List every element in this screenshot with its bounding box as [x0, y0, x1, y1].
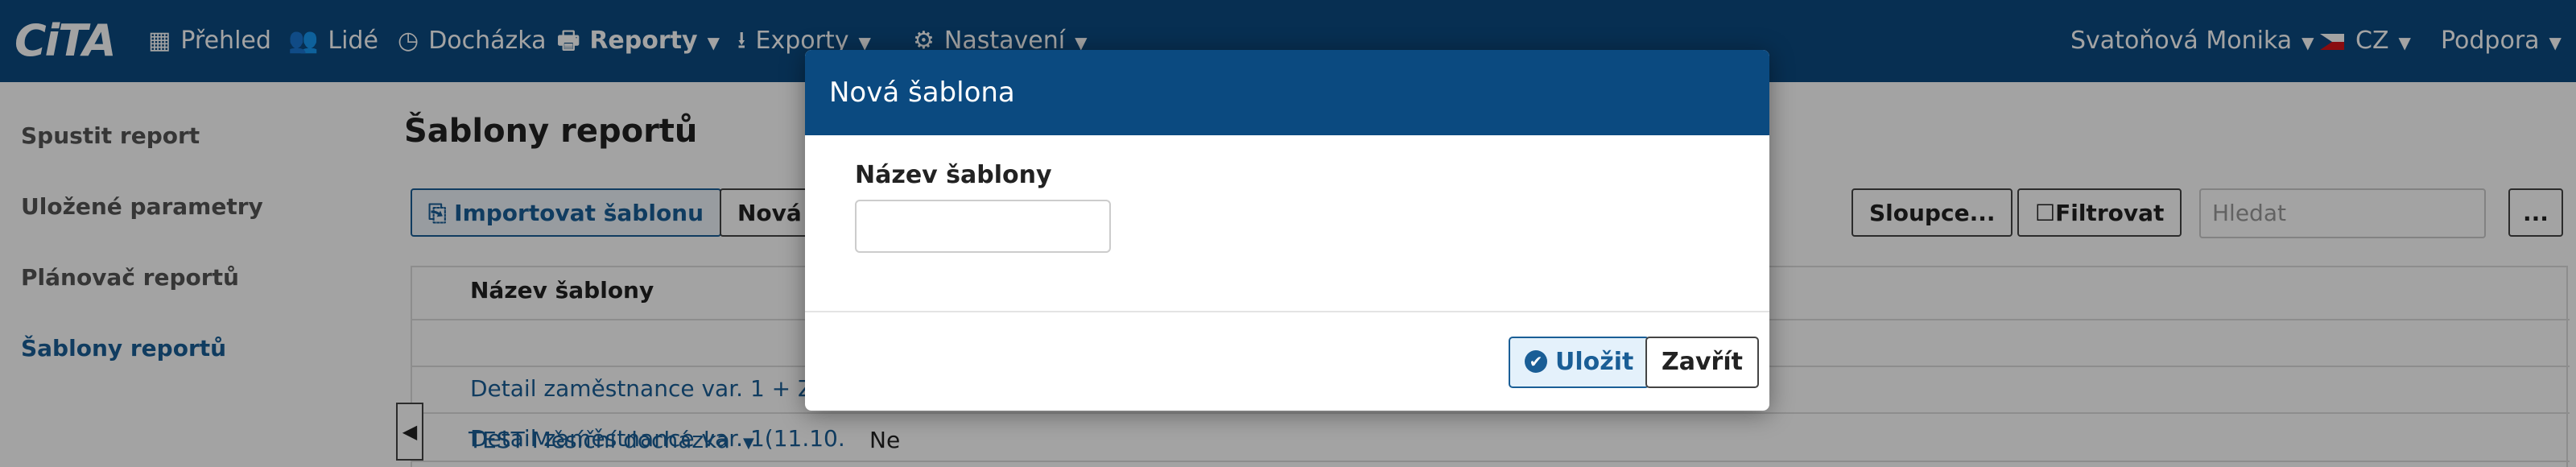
check-circle-icon: ✔ [1525, 349, 1547, 373]
new-template-dialog: Nová šablona Název šablony ✔ Uložit Zavří… [805, 50, 1769, 411]
dialog-footer-divider [805, 311, 1769, 312]
template-name-input[interactable] [855, 200, 1111, 253]
dialog-title: Nová šablona [805, 50, 1769, 135]
save-button[interactable]: ✔ Uložit [1509, 337, 1650, 388]
template-name-label: Název šablony [855, 161, 1052, 189]
close-button[interactable]: Zavřít [1645, 337, 1759, 388]
